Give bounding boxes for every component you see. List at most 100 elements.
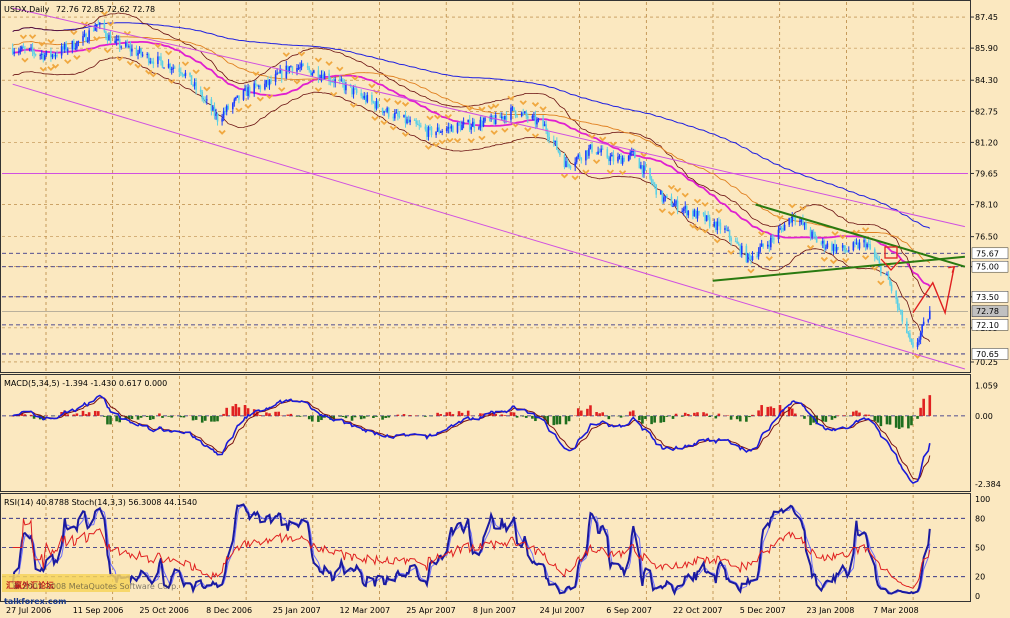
macd-histogram-bar (445, 412, 449, 416)
candle-body (33, 51, 35, 55)
macd-histogram-bar (867, 414, 870, 416)
candle-body (233, 99, 236, 104)
macd-histogram-bar (161, 415, 164, 418)
macd-histogram-bar (457, 411, 461, 416)
candle-body (505, 116, 508, 120)
macd-histogram-bar (402, 414, 406, 416)
candle-body (559, 151, 561, 155)
candle-body (766, 244, 769, 247)
candle-body (160, 56, 162, 62)
candle-body (621, 157, 624, 164)
candle-body (172, 67, 174, 70)
candle-body (392, 116, 395, 119)
candle-body (242, 90, 245, 100)
candle-body (386, 107, 388, 112)
watermark-copyright: © 2001-2008 MetaQuotes Software Corp. (12, 582, 179, 591)
candle-body (65, 44, 67, 51)
candle-body (135, 48, 138, 56)
macd-histogram-bar (408, 415, 412, 416)
candle-body (18, 51, 20, 53)
candle-body (39, 54, 42, 56)
macd-histogram-bar (790, 408, 794, 416)
candle-body (169, 63, 171, 70)
candle-body (499, 114, 502, 119)
macd-histogram-bar (234, 403, 238, 416)
candle-body (317, 70, 320, 79)
candle-body (398, 115, 401, 118)
candle-body (371, 95, 373, 102)
macd-histogram-bar (84, 414, 88, 416)
y-tick-label: 84.30 (975, 76, 998, 85)
candle-body (309, 70, 312, 76)
candle-body (206, 99, 208, 101)
candle-body (45, 50, 48, 56)
candle-body (927, 319, 930, 322)
candle-body (713, 221, 716, 227)
candle-body (666, 196, 668, 198)
macd-histogram-bar (448, 411, 452, 416)
candle-body (652, 182, 654, 184)
candle-body (841, 245, 844, 248)
macd-histogram-bar (87, 412, 91, 416)
macd-histogram-bar (103, 415, 106, 417)
candle-body (360, 92, 362, 96)
macd-histogram-bar (338, 415, 342, 417)
candle-body (28, 48, 31, 50)
candle-body (484, 117, 486, 122)
macd-histogram-bar (876, 415, 880, 423)
macd-histogram-bar (653, 415, 656, 423)
macd-histogram-bar (879, 415, 883, 427)
candle-body (224, 111, 226, 113)
candle-body (478, 127, 480, 129)
candle-body (201, 91, 204, 100)
candle-body (120, 46, 123, 48)
candle-body (705, 215, 708, 221)
macd-histogram-bar (194, 415, 198, 420)
candle-body (66, 49, 69, 51)
candle-body (259, 85, 262, 90)
candle-body (439, 131, 442, 133)
x-tick-label: 25 Jan 2007 (273, 606, 321, 615)
macd-histogram-bar (619, 415, 623, 418)
y-tick-label: 76.50 (975, 233, 998, 242)
macd-histogram-bar (210, 415, 213, 422)
candle-body (338, 79, 341, 81)
macd-histogram-bar (662, 415, 666, 423)
macd-histogram-bar (136, 415, 140, 420)
macd-histogram-bar (96, 411, 100, 416)
candle-body (193, 82, 196, 86)
candle-body (306, 65, 309, 68)
macd-histogram-bar (344, 415, 348, 419)
candle-body (447, 127, 450, 129)
macd-histogram-bar (152, 415, 155, 420)
candle-body (403, 114, 405, 118)
candle-body (800, 219, 803, 222)
candle-body (184, 72, 187, 76)
macd-histogram-bar (424, 415, 427, 417)
macd-histogram-bar (216, 415, 219, 422)
candle-body (85, 33, 87, 42)
price-level-label: 75.00 (976, 263, 999, 272)
candle-body (280, 69, 283, 79)
candle-body (644, 165, 647, 169)
candle-body (653, 183, 656, 185)
macd-histogram-bar (748, 415, 751, 418)
candle-body (92, 30, 95, 32)
candle-body (779, 228, 781, 230)
candle-body (768, 244, 771, 248)
candle-body (788, 217, 790, 225)
macd-histogram-bar (139, 415, 143, 418)
candle-body (698, 211, 700, 213)
macd-histogram-bar (922, 398, 925, 416)
macd-histogram-bar (696, 412, 699, 416)
candle-body (536, 119, 538, 125)
macd-histogram-bar (897, 415, 901, 429)
candle-body (873, 249, 876, 257)
macd-histogram-bar (809, 415, 812, 426)
candle-body (820, 242, 823, 244)
macd-histogram-bar (674, 413, 678, 416)
candle-body (661, 190, 664, 202)
candle-body (821, 240, 824, 244)
candle-body (157, 56, 159, 64)
candle-body (737, 243, 740, 245)
